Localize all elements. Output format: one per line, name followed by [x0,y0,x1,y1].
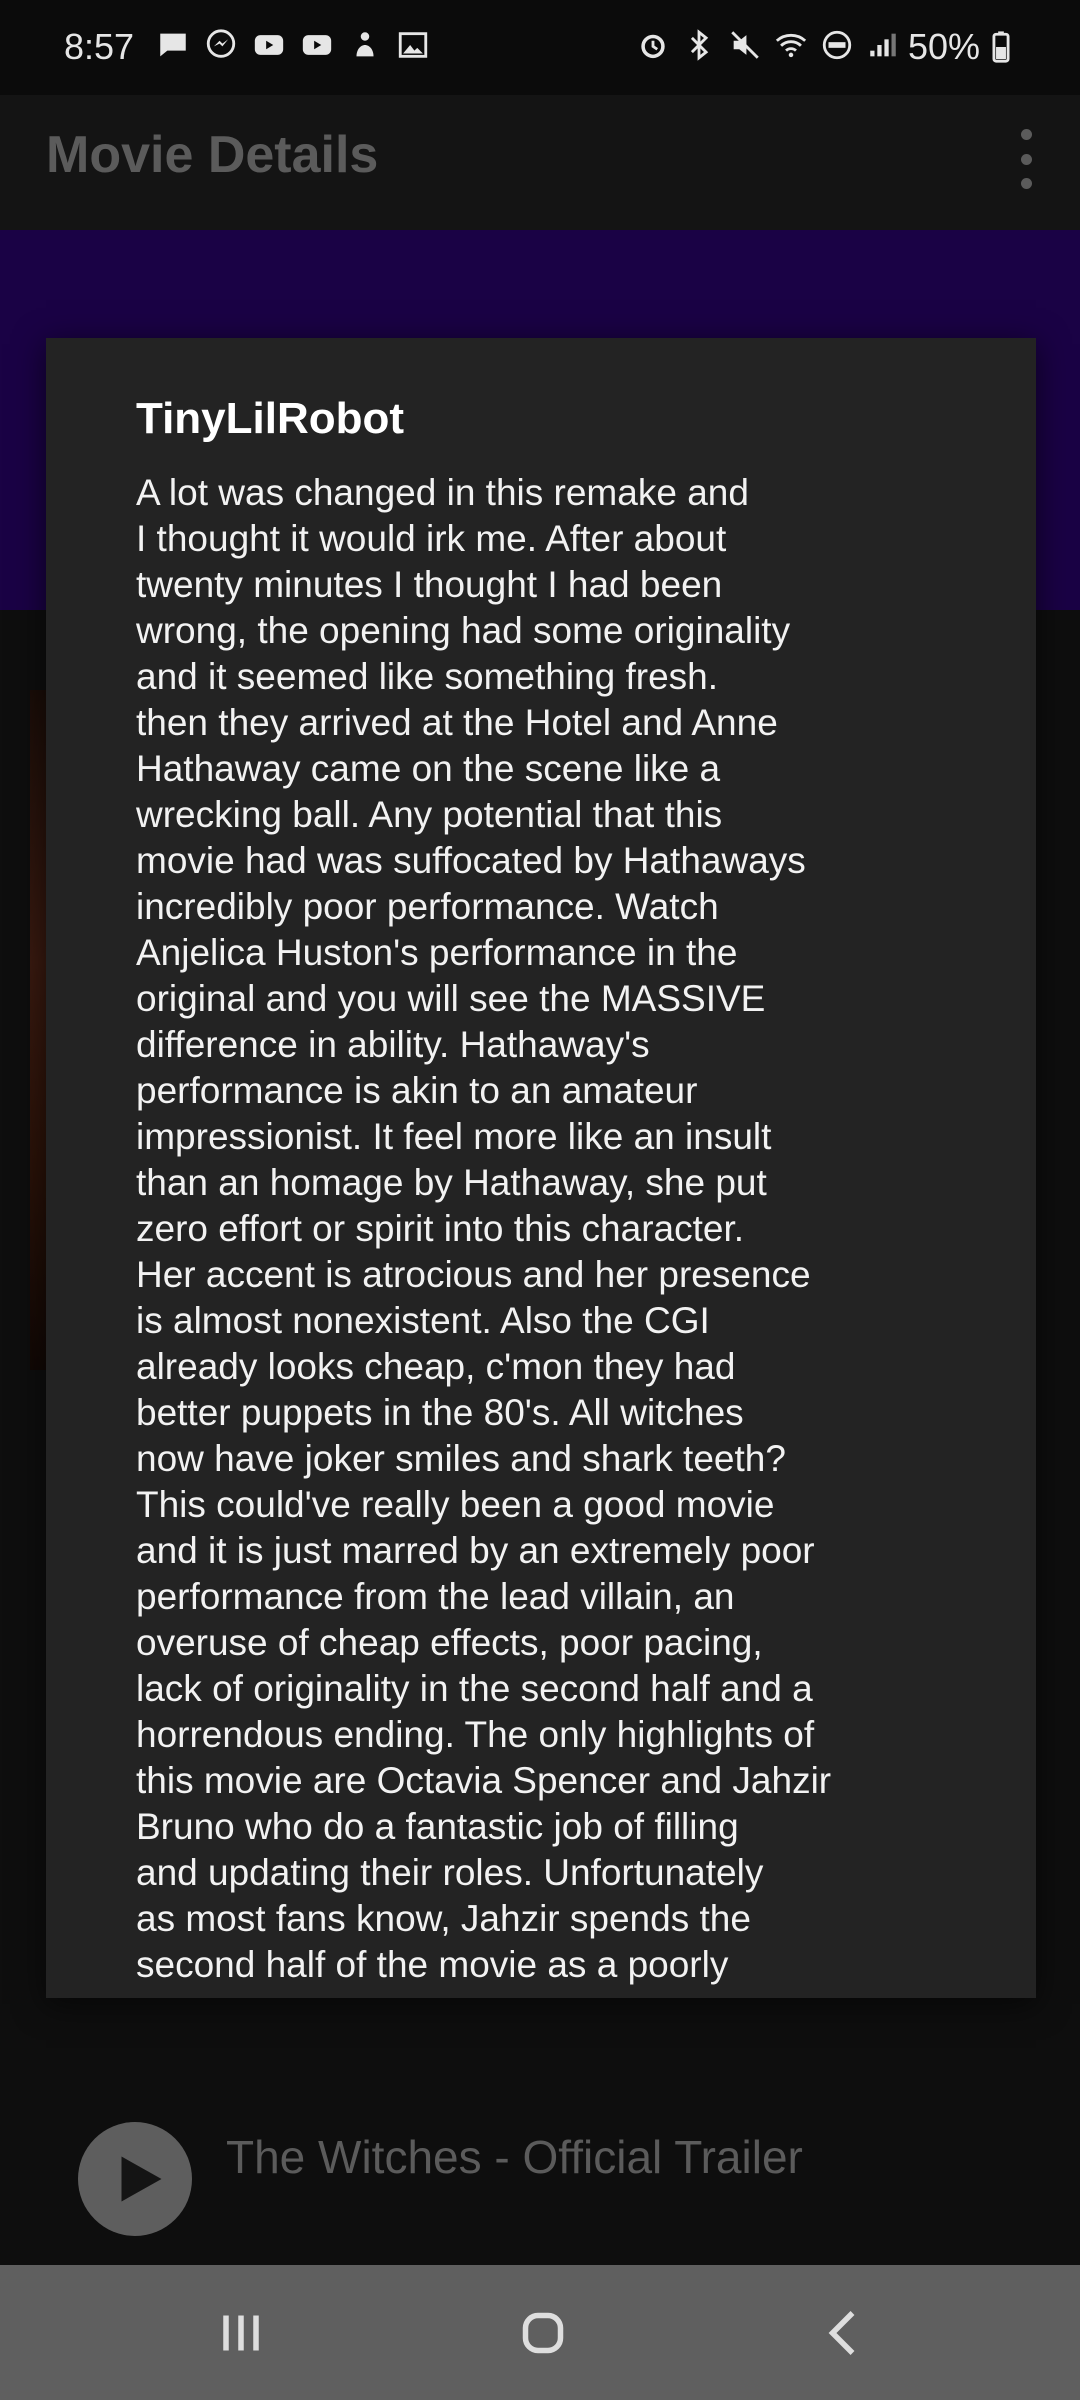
review-line: incredibly poor performance. Watch [136,886,719,927]
image-icon [396,28,430,62]
poster-image [30,690,46,1370]
play-icon [121,2156,162,2202]
alarm-icon [636,28,670,62]
recents-icon[interactable] [206,2301,276,2365]
review-line: overuse of cheap effects, poor pacing, [136,1622,763,1663]
back-icon[interactable] [810,2301,880,2365]
review-line: better puppets in the 80's. All witches [136,1392,744,1433]
review-line: then they arrived at the Hotel and Anne [136,702,778,743]
review-line: and it is just marred by an extremely po… [136,1530,815,1571]
youtube-icon [300,28,334,62]
review-line: as most fans know, Jahzir spends the [136,1898,751,1939]
status-bar: 8:57 50% [0,0,1080,95]
review-line: is almost nonexistent. Also the CGI [136,1300,710,1341]
mute-icon [728,28,762,62]
review-line: and updating their roles. Unfortunately [136,1852,764,1893]
overflow-menu-icon[interactable] [1006,129,1046,189]
status-notification-icons [156,28,430,62]
play-trailer-button[interactable] [78,2122,192,2236]
menu-dot [1020,153,1032,165]
review-line: Hathaway came on the scene like a [136,748,721,789]
youtube-icon [252,28,286,62]
review-line: Her accent is atrocious and her presence [136,1254,811,1295]
review-line: second half of the movie as a poorly [136,1944,729,1985]
notification-icon [348,28,382,62]
review-line: This could've really been a good movie [136,1484,775,1525]
review-line: movie had was suffocated by Hathaways [136,840,806,881]
review-line: I thought it would irk me. After about [136,518,727,559]
review-line: now have joker smiles and shark teeth? [136,1438,786,1479]
review-text: A lot was changed in this remake and I th… [136,470,996,1988]
review-line: wrong, the opening had some originality [136,610,791,651]
status-system-icons [636,28,900,62]
battery-indicator: 50% [908,26,1018,68]
review-dialog[interactable]: TinyLilRobot A lot was changed in this r… [46,338,1036,1998]
app-bar: Movie Details [0,95,1080,230]
review-line: performance is akin to an amateur [136,1070,698,1111]
review-author: TinyLilRobot [136,394,405,443]
wifi-icon [774,28,808,62]
navigation-bar [0,2265,1080,2400]
signal-icon [866,28,900,62]
battery-icon [984,30,1018,64]
review-line: performance from the lead villain, an [136,1576,735,1617]
review-line: twenty minutes I thought I had been [136,564,723,605]
home-icon[interactable] [508,2301,578,2365]
review-line: Anjelica Huston's performance in the [136,932,738,973]
review-line: already looks cheap, c'mon they had [136,1346,736,1387]
review-line: zero effort or spirit into this characte… [136,1208,745,1249]
page-title: Movie Details [46,126,379,184]
battery-percent: 50% [907,26,980,67]
review-line: A lot was changed in this remake and [136,472,749,513]
volte-icon [820,28,854,62]
review-line: original and you will see the MASSIVE [136,978,766,1019]
menu-dot [1020,129,1032,140]
review-line: wrecking ball. Any potential that this [136,794,723,835]
bluetooth-icon [682,28,716,62]
review-line: Bruno who do a fantastic job of filling [136,1806,739,1847]
message-icon [156,28,190,62]
review-line: lack of originality in the second half a… [136,1668,813,1709]
review-line: and it seemed like something fresh. [136,656,719,697]
review-line: impressionist. It feel more like an insu… [136,1116,772,1157]
trailer-title[interactable]: The Witches - Official Trailer [226,2130,803,2184]
review-line: this movie are Octavia Spencer and Jahzi… [136,1760,832,1801]
review-line: than an homage by Hathaway, she put [136,1162,767,1203]
menu-dot [1020,178,1032,189]
status-time: 8:57 [64,26,135,67]
messenger-icon [204,28,238,62]
review-line: difference in ability. Hathaway's [136,1024,650,1065]
review-line: horrendous ending. The only highlights o… [136,1714,815,1755]
